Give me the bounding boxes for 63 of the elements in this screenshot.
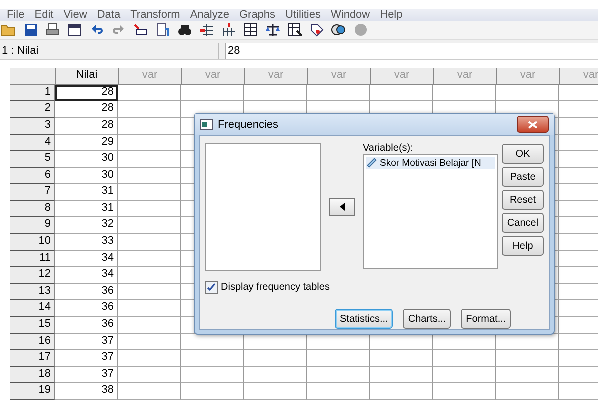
menu-item[interactable]: Data: [92, 9, 126, 21]
dialog-button[interactable]: OK: [502, 144, 544, 164]
dialog-button[interactable]: Help: [502, 236, 544, 256]
table-cell[interactable]: 36: [55, 300, 118, 318]
cell-value-field[interactable]: 28: [225, 43, 598, 60]
table-cell[interactable]: 29: [55, 134, 118, 152]
row-number[interactable]: 17: [10, 350, 55, 367]
dialog-title: Frequencies: [218, 118, 280, 130]
table-cell[interactable]: 37: [55, 366, 118, 384]
dialog-button[interactable]: Paste: [502, 167, 544, 187]
row-number[interactable]: 2: [10, 101, 55, 118]
checkbox-label: Display frequency tables: [221, 282, 330, 293]
menu-item[interactable]: Help: [375, 9, 408, 21]
menu-item[interactable]: Analyze: [185, 9, 234, 21]
menu-item[interactable]: Window: [326, 9, 376, 21]
menu-item[interactable]: Graphs: [234, 9, 281, 21]
row-number[interactable]: 3: [10, 118, 55, 134]
table-cell[interactable]: 30: [55, 168, 118, 184]
table-cell[interactable]: 36: [55, 284, 118, 300]
table-cell[interactable]: 28: [55, 84, 118, 102]
table-cell[interactable]: 30: [55, 151, 118, 168]
row-number[interactable]: 14: [10, 300, 55, 318]
table-cell[interactable]: 36: [55, 317, 118, 334]
menu-item[interactable]: Edit: [30, 9, 59, 21]
table-cell[interactable]: 34: [55, 250, 118, 268]
row-number[interactable]: 10: [10, 234, 55, 251]
table-cell[interactable]: 34: [55, 267, 118, 284]
table-cell[interactable]: 38: [55, 383, 118, 400]
table-cell[interactable]: 28: [55, 101, 118, 118]
table-cell[interactable]: 31: [55, 184, 118, 201]
table-cell[interactable]: 31: [55, 200, 118, 218]
row-number[interactable]: 7: [10, 184, 55, 201]
row-number[interactable]: 16: [10, 334, 55, 350]
row-number[interactable]: 5: [10, 151, 55, 168]
row-number[interactable]: 1: [10, 84, 55, 102]
variables-label: Variable(s):: [363, 143, 414, 154]
row-number[interactable]: 6: [10, 168, 55, 184]
menu-item[interactable]: File: [2, 9, 30, 21]
row-number[interactable]: 9: [10, 217, 55, 234]
table-cell[interactable]: 28: [55, 118, 118, 134]
table-cell[interactable]: 33: [55, 234, 118, 251]
row-number[interactable]: 19: [10, 383, 55, 400]
table-cell[interactable]: 37: [55, 350, 118, 367]
dialog-button[interactable]: Format...: [461, 309, 512, 329]
row-number[interactable]: 11: [10, 250, 55, 268]
row-number[interactable]: 4: [10, 134, 55, 152]
column-header[interactable]: Nilai: [56, 68, 119, 85]
dialog-button[interactable]: Charts...: [403, 309, 452, 329]
row-number[interactable]: 12: [10, 267, 55, 284]
menu-item[interactable]: Transform: [126, 9, 186, 21]
dialog-button[interactable]: Statistics...: [335, 309, 394, 329]
dialog-button[interactable]: Cancel: [502, 213, 544, 233]
cell-reference: 1 : Nilai: [0, 43, 219, 60]
row-number[interactable]: 13: [10, 284, 55, 300]
row-number[interactable]: 15: [10, 317, 55, 334]
menu-item[interactable]: Utilities: [280, 9, 326, 21]
row-number[interactable]: 18: [10, 366, 55, 384]
table-cell[interactable]: 32: [55, 217, 118, 234]
row-number[interactable]: 8: [10, 200, 55, 218]
table-cell[interactable]: 37: [55, 334, 118, 350]
dialog-button[interactable]: Reset: [502, 190, 544, 210]
menu-item[interactable]: View: [58, 9, 92, 21]
variables-list[interactable]: Skor Motivasi Belajar [N: [363, 154, 498, 269]
